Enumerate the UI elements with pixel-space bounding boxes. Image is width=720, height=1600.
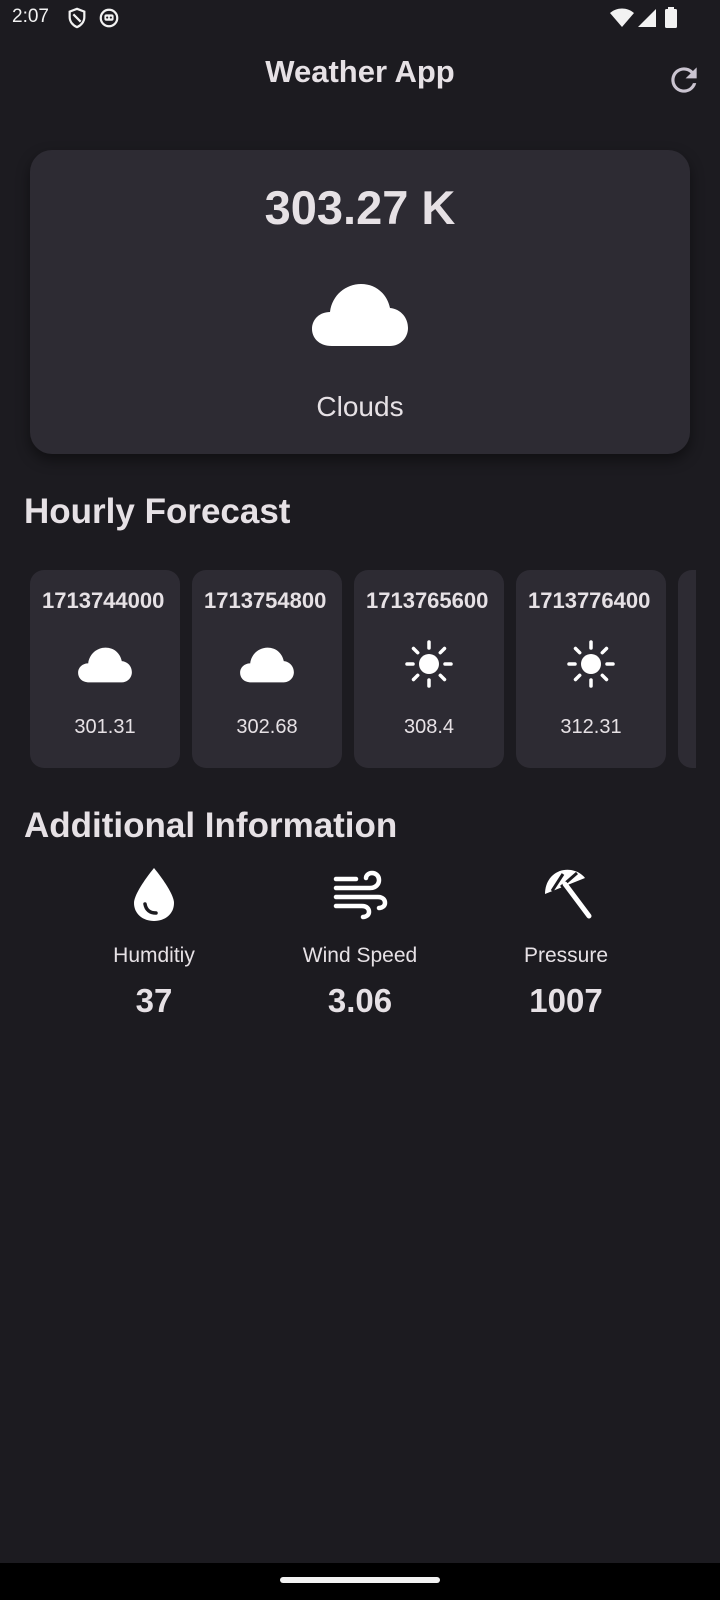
cloud-icon — [310, 280, 410, 350]
beach-umbrella-icon — [539, 866, 593, 922]
hourly-card[interactable]: 1713754800 302.68 — [192, 570, 342, 768]
hourly-temp: 301.31 — [74, 716, 136, 738]
wind-speed-info: Wind Speed 3.06 — [270, 866, 450, 1026]
info-label: Humditiy — [113, 944, 195, 967]
hourly-forecast-title: Hourly Forecast — [24, 492, 291, 531]
hourly-card[interactable]: 1713744000 301.31 — [30, 570, 180, 768]
current-temperature: 303.27 K — [264, 181, 456, 234]
info-value: 3.06 — [327, 982, 393, 1019]
hourly-time: 1713744000 — [42, 588, 165, 613]
status-bar: 2:07 — [0, 0, 720, 36]
info-label: Wind Speed — [302, 944, 418, 967]
hourly-time: 1713776400 — [528, 588, 651, 613]
home-gesture-handle[interactable] — [280, 1577, 440, 1583]
app-notification-icon — [98, 7, 120, 29]
info-value: 1007 — [529, 982, 603, 1019]
info-value: 37 — [135, 982, 173, 1019]
water-drop-icon — [129, 866, 179, 922]
hourly-temp: 302.68 — [236, 716, 298, 738]
app-title: Weather App — [265, 54, 455, 89]
refresh-icon — [671, 67, 697, 93]
wind-icon — [332, 866, 388, 922]
sun-icon — [567, 640, 615, 688]
hourly-temp: 308.4 — [403, 716, 455, 738]
hourly-time: 1713765600 — [366, 588, 489, 613]
info-label: Pressure — [523, 944, 609, 967]
additional-info-title: Additional Information — [24, 806, 398, 845]
hourly-card[interactable]: 1713765600 308.4 — [354, 570, 504, 768]
refresh-button[interactable] — [665, 61, 703, 99]
humidity-info: Humditiy 37 — [64, 866, 244, 1026]
sun-icon — [405, 640, 453, 688]
weather-screen: 2:07 Weather App 303.27 K Clouds Hourly … — [0, 0, 720, 1600]
hourly-card-partial[interactable] — [678, 570, 696, 768]
current-condition: Clouds — [316, 391, 404, 422]
hourly-card[interactable]: 1713776400 312.31 — [516, 570, 666, 768]
wifi-icon — [609, 7, 635, 29]
shield-icon — [66, 7, 88, 29]
hourly-forecast-list[interactable]: 1713744000 301.31 1713754800 302.68 1713… — [24, 570, 696, 768]
hourly-time: 1713754800 — [204, 588, 327, 613]
cloud-icon — [77, 642, 133, 688]
battery-icon — [664, 7, 678, 29]
cellular-signal-icon — [636, 7, 657, 29]
hourly-temp: 312.31 — [560, 716, 622, 738]
cloud-icon — [239, 642, 295, 688]
system-navigation-bar — [0, 1563, 720, 1600]
pressure-info: Pressure 1007 — [476, 866, 656, 1026]
status-time: 2:07 — [12, 6, 49, 27]
